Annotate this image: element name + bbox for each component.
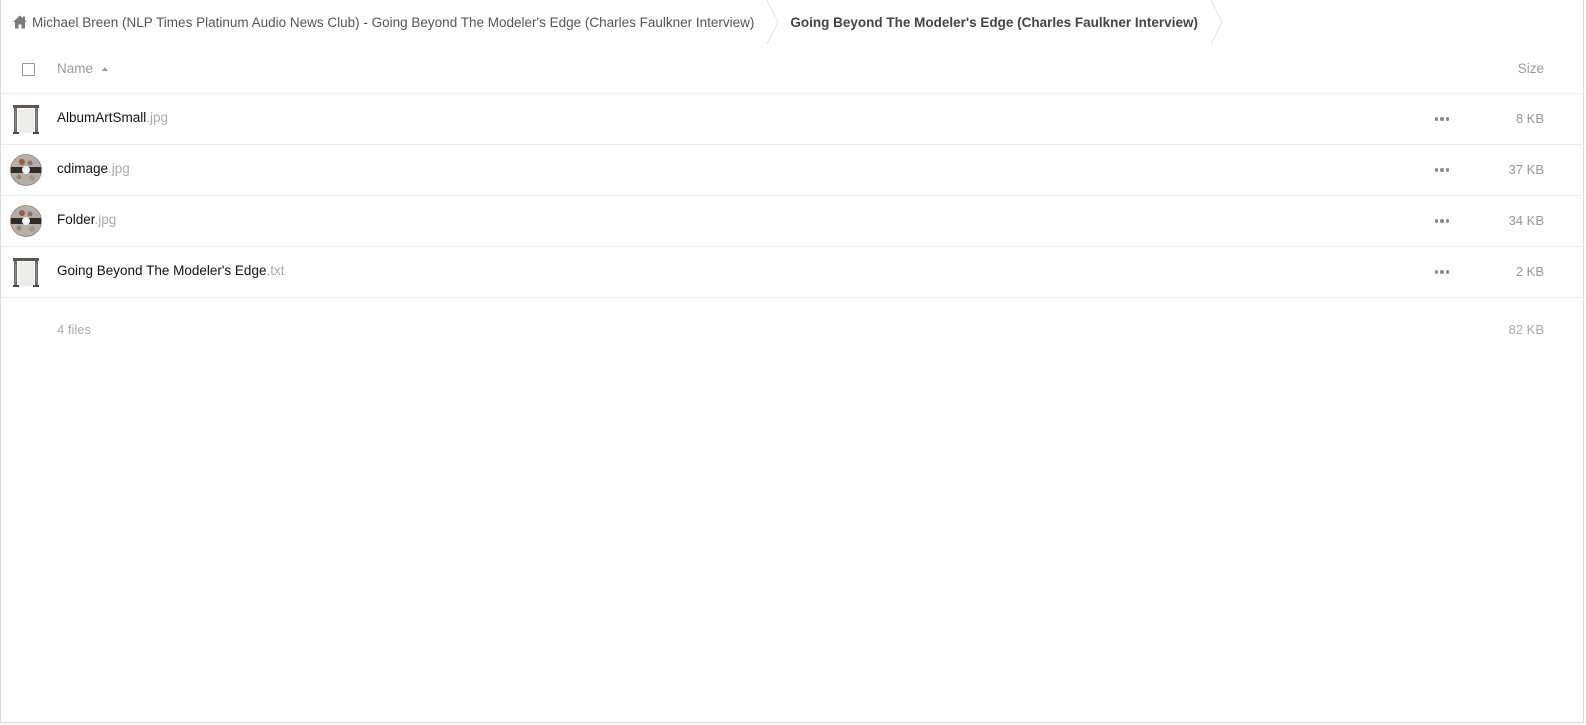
more-actions-icon[interactable] [1431,112,1453,126]
files-view: Michael Breen (NLP Times Platinum Audio … [0,0,1585,723]
file-row-going-beyond[interactable]: Going Beyond The Modeler's Edge.txt 2 KB [1,247,1585,298]
breadcrumb-item-parent[interactable]: Michael Breen (NLP Times Platinum Audio … [1,0,754,44]
file-row-cdimage[interactable]: cdimage.jpg 37 KB [1,145,1585,196]
file-name-base[interactable]: Folder [57,212,95,227]
breadcrumb-current-label[interactable]: Going Beyond The Modeler's Edge (Charles… [790,15,1198,30]
file-extension[interactable]: .jpg [146,110,168,125]
total-size: 82 KB [1508,322,1544,337]
file-list-summary: 4 files 82 KB [1,298,1585,358]
file-name[interactable]: cdimage.jpg [57,161,130,176]
column-header-size[interactable]: Size [1518,61,1544,76]
file-name-base[interactable]: AlbumArtSmall [57,110,146,125]
breadcrumb-separator-icon [1210,0,1223,44]
file-size: 34 KB [1508,213,1544,228]
column-header-name-label[interactable]: Name [57,61,93,76]
file-size: 8 KB [1515,111,1544,126]
cd-image-thumbnail[interactable] [10,154,42,186]
home-icon[interactable] [12,14,28,30]
more-actions-icon[interactable] [1431,214,1453,228]
breadcrumb-item-current[interactable]: Going Beyond The Modeler's Edge (Charles… [790,0,1198,44]
album-art-thumbnail[interactable] [10,256,42,288]
file-list: Name Size AlbumArtSmall.jpg 8 KB cdimage… [1,44,1585,358]
select-all-checkbox[interactable] [22,63,35,76]
file-extension[interactable]: .jpg [108,161,130,176]
sort-ascending-icon[interactable] [102,67,109,71]
cd-image-thumbnail[interactable] [10,205,42,237]
breadcrumb-separator-icon [766,0,779,44]
file-name[interactable]: Going Beyond The Modeler's Edge.txt [57,263,284,278]
file-row-albumartsmall[interactable]: AlbumArtSmall.jpg 8 KB [1,94,1585,145]
file-size: 2 KB [1515,264,1544,279]
more-actions-icon[interactable] [1431,163,1453,177]
file-name-base[interactable]: Going Beyond The Modeler's Edge [57,263,266,278]
file-row-folder[interactable]: Folder.jpg 34 KB [1,196,1585,247]
file-list-header: Name Size [1,44,1585,94]
breadcrumb-parent-label[interactable]: Michael Breen (NLP Times Platinum Audio … [32,15,754,30]
file-size: 37 KB [1508,162,1544,177]
file-extension[interactable]: .jpg [95,212,117,227]
breadcrumb: Michael Breen (NLP Times Platinum Audio … [1,0,1234,44]
file-name[interactable]: Folder.jpg [57,212,116,227]
column-header-name[interactable]: Name [57,61,109,76]
file-extension[interactable]: .txt [266,263,284,278]
file-name-base[interactable]: cdimage [57,161,108,176]
album-art-thumbnail[interactable] [10,103,42,135]
file-name[interactable]: AlbumArtSmall.jpg [57,110,168,125]
more-actions-icon[interactable] [1431,265,1453,279]
file-count: 4 files [57,322,91,337]
